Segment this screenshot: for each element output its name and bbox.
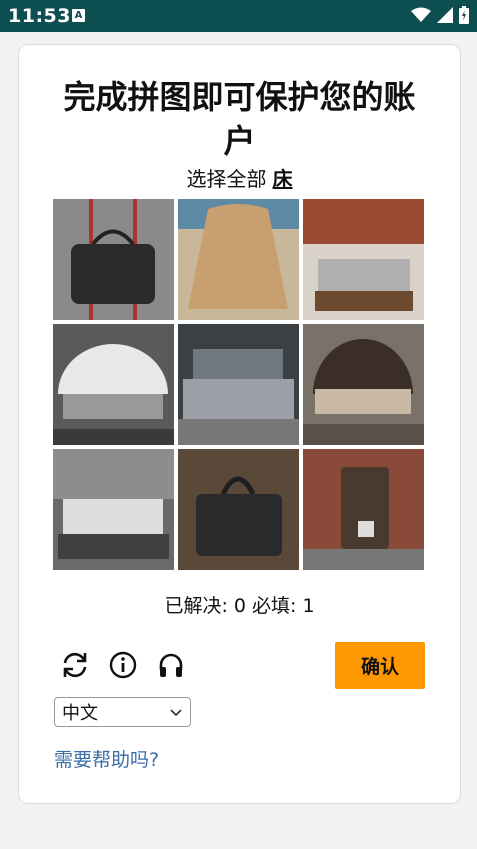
status-icons xyxy=(411,6,469,24)
chevron-down-icon xyxy=(170,709,182,717)
info-icon xyxy=(109,651,137,679)
control-bar xyxy=(59,649,187,681)
bag-icon xyxy=(303,449,424,570)
captcha-instruction: 选择全部床 xyxy=(19,163,460,192)
image-tile-3[interactable] xyxy=(303,199,424,320)
captcha-card: 完成拼图即可保护您的账户 选择全部床 已解决: 0 必填: 1 确认 中文 需要… xyxy=(18,44,461,804)
signal-icon xyxy=(437,7,453,23)
language-value: 中文 xyxy=(62,703,98,724)
notification-icon: A xyxy=(72,9,85,22)
headphones-icon xyxy=(159,653,183,677)
status-time: 11:53 xyxy=(8,5,71,27)
bag-icon xyxy=(53,199,174,320)
image-tile-2[interactable] xyxy=(178,199,299,320)
image-tile-9[interactable] xyxy=(303,449,424,570)
bag-icon xyxy=(178,199,299,320)
instruction-prefix: 选择全部 xyxy=(186,167,267,191)
image-tile-4[interactable] xyxy=(53,324,174,445)
image-tile-7[interactable] xyxy=(53,449,174,570)
image-tile-6[interactable] xyxy=(303,324,424,445)
confirm-button[interactable]: 确认 xyxy=(335,642,425,689)
bag-icon xyxy=(178,449,299,570)
bed-icon xyxy=(303,199,424,320)
audio-button[interactable] xyxy=(155,649,187,681)
image-grid xyxy=(53,199,425,571)
image-tile-1[interactable] xyxy=(53,199,174,320)
status-bar: 11:53 A xyxy=(0,0,477,32)
captcha-title: 完成拼图即可保护您的账户 xyxy=(63,78,416,160)
image-tile-8[interactable] xyxy=(178,449,299,570)
battery-icon xyxy=(459,6,469,24)
bed-icon xyxy=(53,449,174,570)
bed-icon xyxy=(303,324,424,445)
help-link[interactable]: 需要帮助吗? xyxy=(54,745,159,772)
refresh-icon xyxy=(63,652,87,678)
refresh-button[interactable] xyxy=(59,649,91,681)
image-tile-5[interactable] xyxy=(178,324,299,445)
target-word: 床 xyxy=(272,167,293,191)
wifi-icon xyxy=(411,7,431,22)
bed-icon xyxy=(53,324,174,445)
progress-text: 已解决: 0 必填: 1 xyxy=(164,595,315,617)
info-button[interactable] xyxy=(107,649,139,681)
bed-icon xyxy=(178,324,299,445)
language-select[interactable]: 中文 xyxy=(54,697,191,727)
